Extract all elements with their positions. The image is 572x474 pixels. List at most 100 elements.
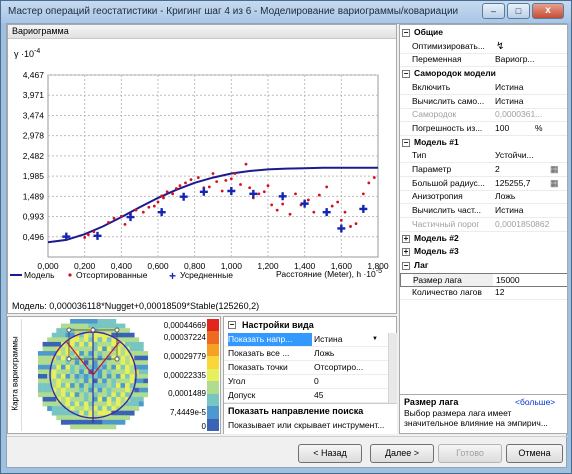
view-setting-value[interactable]: Отсортиро...	[314, 361, 378, 374]
next-button[interactable]: Далее >	[370, 444, 434, 463]
property-value[interactable]: 100	[495, 122, 557, 135]
view-setting-value[interactable]: 45	[314, 389, 378, 402]
search-handle[interactable]	[114, 327, 120, 333]
dropdown-arrow-icon[interactable]: ▼	[372, 333, 378, 346]
property-row-partcalc[interactable]: Вычислить част... Истина	[400, 204, 567, 219]
property-category-nugget[interactable]: − Самородок модели	[400, 67, 567, 82]
search-handle[interactable]	[114, 356, 120, 362]
property-key: Тип	[412, 150, 427, 161]
property-category-model2[interactable]: + Модель #2	[400, 231, 567, 246]
property-row-type[interactable]: Тип Устойчи...	[400, 149, 567, 164]
maximize-button[interactable]: □	[507, 3, 530, 19]
map-cell	[143, 369, 148, 375]
variogram-chart[interactable]: γ ·10-4 0,496 0,993 1,489 1,985 2,482 2,978 3,…	[8, 39, 396, 314]
property-value[interactable]: 125255,7	[495, 177, 557, 190]
map-cell	[74, 392, 80, 398]
collapse-icon[interactable]: −	[402, 261, 410, 270]
property-row-param[interactable]: Параметр 2 ▦	[400, 163, 567, 177]
view-setting-row[interactable]: Показать точки Отсортиро...	[224, 361, 389, 375]
map-cell	[51, 364, 57, 370]
property-value[interactable]: Истина	[495, 81, 557, 94]
property-category-lag[interactable]: − Лаг	[400, 258, 567, 273]
property-key: Вычислить само...	[412, 95, 485, 106]
collapse-icon[interactable]: −	[402, 70, 410, 79]
map-cell	[93, 401, 98, 407]
map-cell	[60, 323, 66, 329]
map-cell	[129, 332, 135, 338]
map-cell	[70, 341, 75, 347]
collapse-icon[interactable]: −	[402, 138, 410, 147]
view-setting-value[interactable]: Истина	[314, 333, 378, 346]
view-setting-row[interactable]: Показать все ... Ложь	[224, 347, 389, 361]
map-cell	[129, 378, 135, 384]
map-cell	[106, 374, 112, 379]
property-category-model1[interactable]: − Модель #1	[400, 135, 567, 150]
map-cell	[65, 374, 71, 379]
property-value[interactable]: 15000	[496, 274, 558, 286]
property-row-enable[interactable]: Включить Истина	[400, 81, 567, 95]
property-row-calc[interactable]: Вычислить само... Истина	[400, 95, 567, 109]
property-value[interactable]: Истина	[495, 204, 557, 217]
sorted-point	[270, 203, 274, 207]
property-value[interactable]: Ложь	[495, 190, 557, 203]
map-cell	[111, 419, 117, 425]
property-row-lagsize[interactable]: Размер лага 15000	[400, 272, 567, 287]
property-row-optimize[interactable]: Оптимизировать... ↯	[400, 40, 567, 54]
back-button[interactable]: < Назад	[298, 444, 362, 463]
map-cell	[60, 364, 66, 370]
search-handle[interactable]	[66, 327, 72, 333]
property-value[interactable]: 0,0001850862	[495, 218, 557, 231]
map-cell	[88, 319, 94, 324]
collapse-icon[interactable]: −	[228, 321, 236, 329]
property-value[interactable]: 0,0000361...	[495, 108, 557, 121]
map-cell	[143, 364, 148, 370]
property-value[interactable]: Вариогр...	[495, 53, 557, 66]
collapse-icon[interactable]: −	[402, 29, 410, 37]
property-row-lagcount[interactable]: Количество лагов 12	[400, 286, 567, 301]
search-handle[interactable]	[90, 327, 96, 333]
view-setting-row[interactable]: Показать напр... Истина ▼	[224, 333, 389, 347]
map-cell	[97, 374, 103, 379]
cancel-button[interactable]: Отмена	[506, 444, 563, 463]
map-cell	[120, 360, 126, 366]
property-row-err[interactable]: Погрешность из... 100%	[400, 122, 567, 136]
property-key: Размер лага	[413, 273, 493, 286]
map-cell	[60, 355, 66, 361]
property-value[interactable]: Устойчи...	[495, 149, 557, 162]
view-setting-value[interactable]: 0	[314, 375, 378, 388]
property-value[interactable]: Истина	[495, 95, 557, 108]
minimize-button[interactable]: –	[482, 3, 505, 19]
expand-icon[interactable]: +	[402, 248, 410, 257]
calculator-icon[interactable]: ▦	[550, 177, 559, 190]
property-value[interactable]: 12	[495, 286, 557, 299]
finish-button[interactable]: Готово	[438, 444, 502, 463]
map-cell	[74, 424, 80, 430]
calculator-icon[interactable]: ▦	[550, 163, 559, 176]
optimize-icon[interactable]: ↯	[496, 40, 504, 53]
map-cell	[56, 406, 62, 411]
y-tick-label: 0,496	[23, 232, 45, 242]
view-setting-value[interactable]: Ложь	[314, 347, 378, 360]
sorted-point	[325, 185, 329, 189]
sorted-point	[196, 176, 200, 179]
property-category-model3[interactable]: + Модель #3	[400, 245, 567, 260]
variogram-map[interactable]	[38, 319, 148, 431]
view-setting-row[interactable]: Допуск 45	[224, 389, 389, 403]
property-row-radius[interactable]: Большой радиус... 125255,7 ▦	[400, 177, 567, 191]
help-more-link[interactable]: <больше>	[515, 397, 555, 407]
property-row-partsill[interactable]: Частичный порог 0,0001850862	[400, 218, 567, 232]
map-cell	[97, 401, 103, 407]
map-cell	[125, 415, 130, 421]
property-value[interactable]: 2	[495, 163, 557, 176]
view-settings-scrollbar[interactable]	[388, 333, 397, 403]
map-cell	[134, 369, 140, 375]
property-row-variable[interactable]: Переменная Вариогр...	[400, 53, 567, 68]
close-button[interactable]: x	[532, 3, 564, 19]
property-category-general[interactable]: − Общие	[400, 26, 567, 40]
property-row-nug[interactable]: Самородок 0,0000361...	[400, 108, 567, 123]
view-setting-row[interactable]: Угол 0	[224, 375, 389, 389]
expand-icon[interactable]: +	[402, 234, 410, 243]
property-row-aniso[interactable]: Анизотропия Ложь	[400, 190, 567, 205]
sorted-point	[244, 162, 248, 166]
search-handle[interactable]	[66, 356, 72, 362]
